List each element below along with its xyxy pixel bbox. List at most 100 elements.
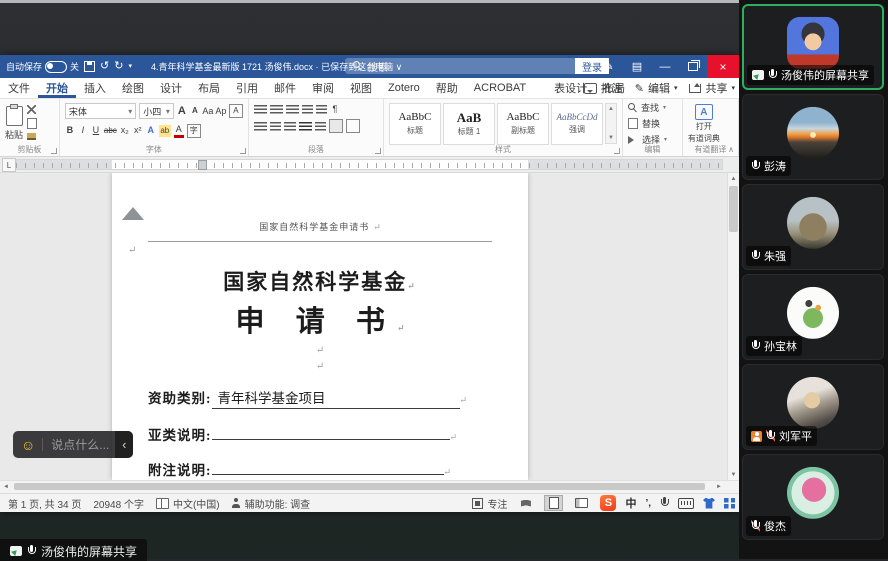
ime-keyboard-icon[interactable] (678, 498, 694, 509)
font-color-button[interactable]: A (174, 123, 184, 138)
align-center-icon[interactable] (270, 122, 281, 131)
increase-indent-icon[interactable] (316, 105, 327, 114)
participant-tile[interactable]: 刘军平 (742, 364, 884, 450)
editing-mode-button[interactable]: ✎ 编辑 ▾ (635, 80, 678, 96)
chat-input-placeholder[interactable]: 说点什么... (51, 436, 109, 453)
multilevel-list-icon[interactable] (286, 105, 299, 114)
tab-mailings[interactable]: 邮件 (266, 78, 304, 98)
focus-mode-button[interactable]: 专注 (472, 496, 507, 511)
enclose-characters-button[interactable]: 字 (187, 124, 201, 138)
shrink-font-button[interactable]: A (190, 105, 200, 117)
replace-button[interactable]: 替换 (628, 117, 677, 130)
restore-button[interactable] (679, 55, 707, 78)
ime-punctuation-toggle[interactable]: ’, (645, 498, 651, 509)
text-effects-button[interactable]: A (146, 125, 156, 137)
print-layout-button[interactable] (544, 495, 563, 511)
vertical-scroll-thumb[interactable] (729, 186, 738, 232)
ime-voice-icon[interactable] (660, 497, 669, 509)
align-right-icon[interactable] (284, 122, 296, 131)
scroll-left-icon[interactable]: ◄ (0, 481, 12, 493)
superscript-button[interactable]: x² (133, 125, 143, 137)
subscript-button[interactable]: x₂ (120, 125, 130, 137)
numbered-list-icon[interactable] (270, 105, 283, 114)
proofing-status[interactable]: 中文(中国) (156, 496, 220, 511)
qat-customize-icon[interactable]: ▾ (128, 63, 132, 70)
style-subtitle[interactable]: AaBbC 副标题 (497, 103, 549, 145)
scroll-up-icon[interactable]: ▲ (608, 106, 614, 112)
ime-skin-icon[interactable] (703, 498, 715, 509)
vertical-scrollbar[interactable]: ▲ ▼ (727, 173, 739, 480)
scroll-down-icon[interactable]: ▼ (608, 135, 614, 141)
style-emphasis[interactable]: AaBbCcDd 强调 (551, 103, 603, 145)
scroll-up-icon[interactable]: ▲ (728, 173, 739, 184)
tab-draw[interactable]: 绘图 (114, 78, 152, 98)
tab-view[interactable]: 视图 (342, 78, 380, 98)
chat-quick-bar[interactable]: ☺ 说点什么... ‹ (13, 431, 133, 458)
share-button[interactable]: 共享 ▾ (689, 80, 735, 96)
document-page[interactable]: 国家自然科学基金申请书 ↵ ↵ 国家自然科学基金↵ 申 请 书↵ ↵ ↵ 资助类… (112, 173, 528, 480)
close-button[interactable]: × (707, 55, 739, 78)
search-input[interactable]: 搜索 (345, 58, 579, 74)
paragraph-dialog-launcher-icon[interactable] (375, 148, 381, 154)
styles-dialog-launcher-icon[interactable] (614, 148, 620, 154)
save-icon[interactable] (84, 61, 95, 72)
collapse-ribbon-icon[interactable]: ∧ (728, 145, 734, 154)
tab-layout[interactable]: 布局 (190, 78, 228, 98)
strikethrough-button[interactable]: abc (104, 125, 117, 137)
decrease-indent-icon[interactable] (302, 105, 313, 114)
accessibility-status[interactable]: 辅助功能: 调查 (232, 496, 311, 511)
styles-gallery-scrollbar[interactable]: ▲ ▼ (605, 103, 617, 144)
web-layout-button[interactable] (572, 495, 591, 511)
cut-icon[interactable] (27, 105, 36, 114)
phonetic-guide-button[interactable]: Ap (216, 105, 226, 117)
ime-toolbox-icon[interactable] (724, 498, 735, 509)
indent-marker[interactable] (198, 160, 207, 170)
bold-button[interactable]: B (65, 125, 75, 137)
read-mode-button[interactable] (516, 495, 535, 511)
paste-button[interactable]: 粘贴 (5, 103, 23, 144)
character-border-button[interactable]: A (229, 104, 243, 118)
paragraph-mark-button[interactable]: ¶ (330, 103, 340, 115)
tab-review[interactable]: 审阅 (304, 78, 342, 98)
comments-button[interactable]: 批注 (584, 80, 623, 96)
tab-acrobat[interactable]: ACROBAT (466, 78, 534, 98)
tab-file[interactable]: 文件 (0, 78, 38, 98)
format-painter-icon[interactable] (27, 133, 36, 142)
ime-language-toggle[interactable]: 中 (625, 495, 636, 511)
bullet-list-icon[interactable] (254, 105, 267, 114)
font-size-select[interactable]: 小四 ▾ (139, 103, 174, 119)
tab-home[interactable]: 开始 (38, 78, 76, 98)
participant-tile-sharing[interactable]: 汤俊伟的屏幕共享 (742, 4, 884, 90)
horizontal-scroll-thumb[interactable] (14, 483, 705, 490)
redo-icon[interactable]: ↻ (114, 61, 123, 72)
clipboard-dialog-launcher-icon[interactable] (51, 148, 57, 154)
emoji-icon[interactable]: ☺ (21, 437, 35, 453)
undo-icon[interactable]: ↺ (100, 61, 109, 72)
change-case-button[interactable]: Aa (203, 105, 213, 117)
page-indicator[interactable]: 第 1 页, 共 34 页 (8, 496, 81, 511)
shading-icon[interactable] (329, 119, 343, 133)
collapse-chat-icon[interactable]: ‹ (115, 431, 133, 458)
tab-references[interactable]: 引用 (228, 78, 266, 98)
font-name-select[interactable]: 宋体 ▾ (65, 103, 136, 119)
horizontal-ruler[interactable]: L (0, 157, 739, 173)
participant-tile[interactable]: 彭涛 (742, 94, 884, 180)
copy-icon[interactable] (27, 118, 37, 129)
highlight-button[interactable]: ab (159, 125, 171, 137)
underline-button[interactable]: U (91, 125, 101, 137)
style-title[interactable]: AaBbC 标题 (389, 103, 441, 145)
sogou-ime-icon[interactable]: S (600, 495, 616, 511)
ink-pen-icon[interactable]: ✎ (595, 55, 623, 78)
scroll-right-icon[interactable]: ► (713, 481, 725, 493)
tab-zotero[interactable]: Zotero (380, 78, 428, 98)
ribbon-display-options-icon[interactable]: ▤ (623, 55, 651, 78)
justify-icon[interactable] (299, 122, 312, 131)
minimize-button[interactable]: — (651, 55, 679, 78)
font-dialog-launcher-icon[interactable] (240, 148, 246, 154)
find-button[interactable]: 查找 ▾ (628, 101, 677, 114)
align-left-icon[interactable] (254, 122, 267, 131)
participant-tile[interactable]: 孙宝林 (742, 274, 884, 360)
tab-insert[interactable]: 插入 (76, 78, 114, 98)
scroll-down-icon[interactable]: ▼ (728, 469, 739, 480)
autosave-toggle[interactable]: 自动保存 关 (6, 60, 79, 73)
